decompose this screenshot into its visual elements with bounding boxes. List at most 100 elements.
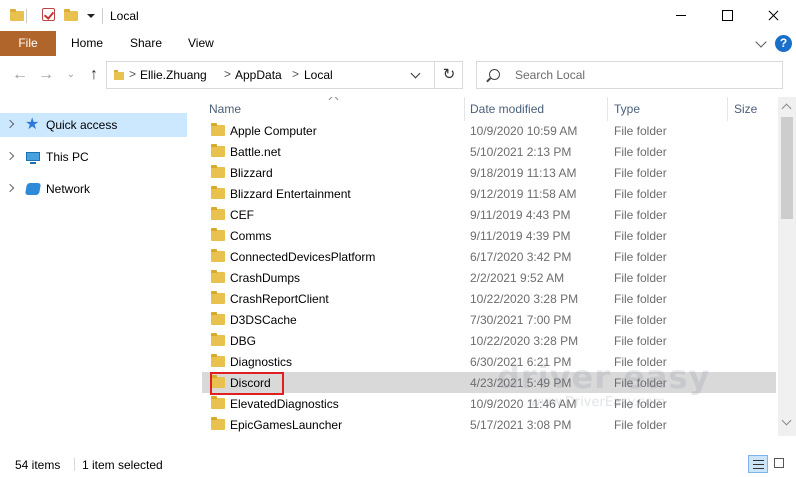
column-divider[interactable] <box>727 97 728 121</box>
computer-icon <box>25 149 41 165</box>
list-item[interactable]: Comms 9/11/2019 4:39 PM File folder <box>202 225 776 246</box>
folder-icon <box>211 291 225 304</box>
list-item[interactable]: ConnectedDevicesPlatform 6/17/2020 3:42 … <box>202 246 776 267</box>
recent-locations-icon[interactable]: ⌄ <box>59 65 83 85</box>
breadcrumb-separator[interactable]: > <box>129 67 136 81</box>
refresh-icon[interactable]: ↻ <box>434 62 463 88</box>
item-name: Battle.net <box>230 145 281 159</box>
breadcrumb-appdata[interactable]: AppData <box>235 68 282 82</box>
minimize-button[interactable] <box>658 0 704 31</box>
item-date: 9/11/2019 4:39 PM <box>470 229 571 243</box>
expand-chevron-icon[interactable] <box>5 119 15 129</box>
list-item[interactable]: D3DSCache 7/30/2021 7:00 PM File folder <box>202 309 776 330</box>
breadcrumb-local[interactable]: Local <box>304 68 333 82</box>
folder-icon <box>211 207 225 220</box>
list-item[interactable]: DBG 10/22/2020 3:28 PM File folder <box>202 330 776 351</box>
column-header-type[interactable]: Type <box>614 97 640 121</box>
sidebar-item-this-pc[interactable]: This PC <box>0 145 187 169</box>
item-name: D3DSCache <box>230 313 297 327</box>
search-box[interactable] <box>476 61 783 89</box>
item-date: 2/2/2021 9:52 AM <box>470 271 565 285</box>
back-arrow-icon[interactable]: ← <box>8 65 32 85</box>
star-icon: ★ <box>25 116 40 133</box>
breadcrumb-separator[interactable]: > <box>292 67 299 81</box>
watermark-logo: driver easy <box>497 358 711 396</box>
watermark-url: www.DriverEasy.com <box>530 395 666 410</box>
address-dropdown-icon[interactable] <box>410 68 421 79</box>
item-type: File folder <box>614 250 667 264</box>
address-bar[interactable]: > Ellie.Zhuang > AppData > Local ↻ <box>106 61 463 89</box>
help-icon[interactable]: ? <box>775 35 792 52</box>
column-header-date[interactable]: Date modified <box>470 97 544 121</box>
folder-icon <box>211 417 225 430</box>
close-button[interactable] <box>750 0 796 31</box>
sidebar-item-label: This PC <box>46 150 89 164</box>
forward-arrow-icon[interactable]: → <box>34 65 58 85</box>
network-icon <box>24 181 42 197</box>
expand-ribbon-icon[interactable] <box>755 36 767 48</box>
sidebar-item-quick-access[interactable]: ★ Quick access <box>0 113 187 137</box>
item-name: Apple Computer <box>230 124 317 138</box>
details-view-button[interactable] <box>748 455 768 473</box>
column-divider[interactable] <box>464 97 465 121</box>
breadcrumb-ellie-zhuang[interactable]: Ellie.Zhuang <box>140 68 207 82</box>
item-type: File folder <box>614 208 667 222</box>
divider <box>102 8 103 24</box>
scroll-up-icon[interactable] <box>781 103 792 114</box>
search-input[interactable] <box>515 67 765 83</box>
item-date: 9/12/2019 11:58 AM <box>470 187 577 201</box>
item-name: Blizzard <box>230 166 273 180</box>
folder-icon <box>211 333 225 346</box>
list-item[interactable]: CEF 9/11/2019 4:43 PM File folder <box>202 204 776 225</box>
search-icon <box>489 69 500 80</box>
folder-icon <box>211 249 225 262</box>
selection-count: 1 item selected <box>82 458 163 472</box>
large-icons-view-icon <box>774 458 784 468</box>
folder-icon <box>211 123 225 136</box>
item-name: Diagnostics <box>230 355 293 369</box>
list-item[interactable]: CrashDumps 2/2/2021 9:52 AM File folder <box>202 267 776 288</box>
properties-check-icon[interactable] <box>42 8 56 22</box>
title-bar: Local <box>0 0 796 31</box>
item-name: ConnectedDevicesPlatform <box>230 250 376 264</box>
list-item[interactable]: Battle.net 5/10/2021 2:13 PM File folder <box>202 141 776 162</box>
scrollbar-thumb[interactable] <box>781 117 793 219</box>
vertical-scrollbar[interactable] <box>778 97 796 436</box>
large-icons-view-button[interactable] <box>770 455 790 473</box>
item-date: 7/30/2021 7:00 PM <box>470 313 572 327</box>
expand-chevron-icon[interactable] <box>5 151 15 161</box>
list-item[interactable]: ElevatedDiagnostics 10/9/2020 11:46 AM F… <box>202 393 776 414</box>
item-type: File folder <box>614 229 667 243</box>
tab-file[interactable]: File <box>0 31 56 56</box>
folder-icon <box>211 165 225 178</box>
list-item[interactable]: CrashReportClient 10/22/2020 3:28 PM Fil… <box>202 288 776 309</box>
tab-home[interactable]: Home <box>71 31 103 56</box>
folder-icon <box>211 144 225 157</box>
column-header-name[interactable]: Name <box>209 97 241 121</box>
item-type: File folder <box>614 292 667 306</box>
list-item[interactable]: Blizzard Entertainment 9/12/2019 11:58 A… <box>202 183 776 204</box>
breadcrumb-separator[interactable]: > <box>224 67 231 81</box>
column-divider[interactable] <box>607 97 608 121</box>
list-item[interactable]: Blizzard 9/18/2019 11:13 AM File folder <box>202 162 776 183</box>
item-date: 5/10/2021 2:13 PM <box>470 145 572 159</box>
new-folder-icon[interactable] <box>64 8 78 22</box>
sidebar-item-label: Network <box>46 182 91 196</box>
tab-view[interactable]: View <box>188 31 214 56</box>
item-type: File folder <box>614 313 667 327</box>
item-type: File folder <box>614 124 667 138</box>
list-item[interactable]: Apple Computer 10/9/2020 10:59 AM File f… <box>202 120 776 141</box>
sidebar-item-network[interactable]: Network <box>0 177 187 201</box>
up-arrow-icon[interactable]: ↑ <box>82 65 106 85</box>
item-type: File folder <box>614 334 667 348</box>
tab-share[interactable]: Share <box>130 31 162 56</box>
folder-icon[interactable] <box>10 8 24 22</box>
navigation-pane: ★ Quick access This PC Network <box>0 97 190 450</box>
list-item[interactable]: EpicGamesLauncher 5/17/2021 3:08 PM File… <box>202 414 776 435</box>
item-name: CrashReportClient <box>230 292 329 306</box>
item-type: File folder <box>614 166 667 180</box>
expand-chevron-icon[interactable] <box>5 183 15 193</box>
column-header-size[interactable]: Size <box>734 97 757 121</box>
scroll-down-icon[interactable] <box>781 415 792 426</box>
maximize-button[interactable] <box>704 0 750 31</box>
